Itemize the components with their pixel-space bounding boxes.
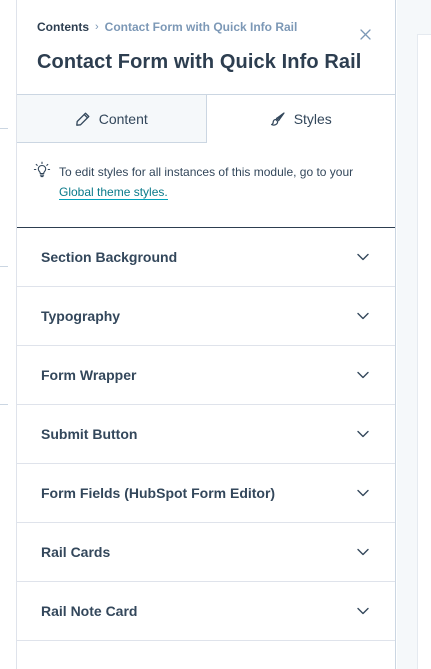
close-button[interactable] [357, 26, 373, 42]
section-label: Form Wrapper [41, 367, 137, 383]
divider [0, 128, 8, 129]
page-title: Contact Form with Quick Info Rail [37, 51, 362, 73]
breadcrumb-separator: › [95, 21, 99, 33]
rail-note-card-accordion[interactable]: Rail Note Card [17, 582, 395, 641]
divider [0, 266, 8, 267]
chevron-down-icon [357, 546, 369, 558]
section-label: Section Background [41, 249, 178, 265]
chevron-down-icon [357, 251, 369, 263]
brush-icon [270, 111, 286, 127]
submit-button-accordion[interactable]: Submit Button [17, 405, 395, 464]
notice-message: To edit styles for all instances of this… [59, 165, 354, 179]
notice-text: To edit styles for all instances of this… [59, 162, 375, 202]
chevron-down-icon [357, 369, 369, 381]
chevron-down-icon [357, 428, 369, 440]
global-theme-styles-link[interactable]: Global theme styles. [59, 185, 168, 200]
editor-tabs: Content Styles [17, 94, 395, 143]
close-icon [359, 28, 371, 40]
section-label: Form Fields (HubSpot Form Editor) [41, 485, 276, 501]
tab-content[interactable]: Content [17, 95, 207, 142]
chevron-down-icon [357, 487, 369, 499]
divider [0, 404, 8, 405]
chevron-down-icon [357, 310, 369, 322]
panel-header: Contents › Contact Form with Quick Info … [17, 0, 395, 94]
preview-card [417, 34, 431, 669]
section-label: Typography [41, 308, 121, 324]
module-editor-panel: Contents › Contact Form with Quick Info … [16, 0, 396, 669]
rail-cards-accordion[interactable]: Rail Cards [17, 523, 395, 582]
breadcrumb-current: Contact Form with Quick Info Rail [104, 20, 298, 34]
typography-accordion[interactable]: Typography [17, 287, 395, 346]
background-editor-strip [0, 0, 16, 669]
section-label: Rail Cards [41, 544, 111, 560]
tab-styles[interactable]: Styles [206, 95, 395, 143]
section-label: Submit Button [41, 426, 138, 442]
breadcrumb-contents-link[interactable]: Contents [37, 19, 89, 35]
pencil-icon [75, 111, 91, 127]
page-preview-area [397, 0, 431, 669]
section-background-accordion[interactable]: Section Background [17, 228, 395, 287]
global-styles-notice: To edit styles for all instances of this… [17, 143, 395, 228]
chevron-down-icon [357, 605, 369, 617]
section-label: Rail Note Card [41, 603, 138, 619]
lightbulb-icon [33, 161, 51, 178]
tab-content-label: Content [98, 110, 148, 127]
tab-styles-label: Styles [293, 110, 332, 127]
form-fields-accordion[interactable]: Form Fields (HubSpot Form Editor) [17, 464, 395, 523]
breadcrumb: Contents › Contact Form with Quick Info … [37, 19, 375, 35]
form-wrapper-accordion[interactable]: Form Wrapper [17, 346, 395, 405]
style-sections: Section Background Typography Form Wrapp… [17, 228, 395, 641]
